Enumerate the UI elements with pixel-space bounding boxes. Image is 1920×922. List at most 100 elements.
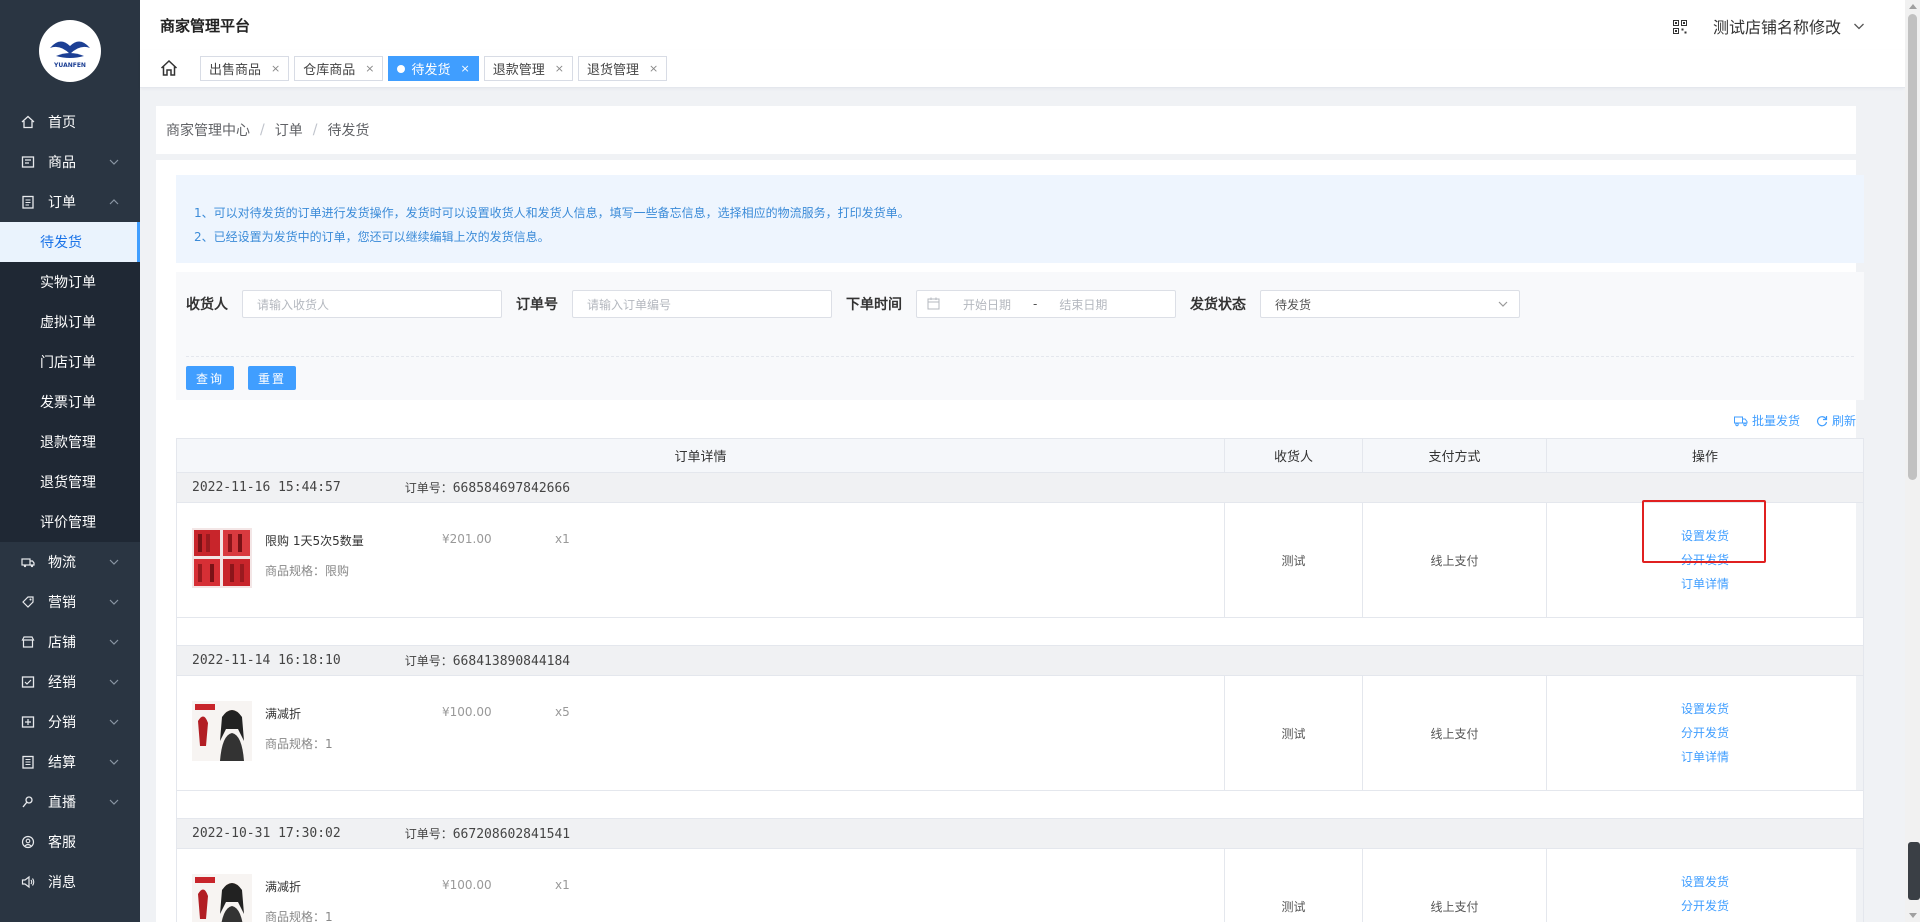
scrollbar-thumb[interactable] xyxy=(1908,14,1917,480)
order-no-value: 667208602841541 xyxy=(452,827,571,842)
receiver-cell: 测试 xyxy=(1225,503,1363,617)
order-no-value: 668413890844184 xyxy=(452,654,571,669)
payment-cell: 线上支付 xyxy=(1363,503,1547,617)
date-end-placeholder[interactable]: 结束日期 xyxy=(1059,296,1107,313)
order-detail-link[interactable]: 订单详情 xyxy=(1681,572,1729,596)
active-dot-icon xyxy=(397,64,406,73)
store-name[interactable]: 测试店铺名称修改 xyxy=(1713,14,1841,38)
column-header: 收货人 xyxy=(1225,439,1363,472)
tab-return-management[interactable]: 退货管理 × xyxy=(577,56,668,81)
sidebar-item-label: 消息 xyxy=(48,875,76,891)
tab-warehouse-goods[interactable]: 仓库商品 × xyxy=(294,56,384,81)
order-time: 2022-11-14 16:18:10 xyxy=(192,653,341,668)
scroll-down-arrow-icon[interactable] xyxy=(1909,913,1917,918)
scroll-up-arrow-icon[interactable] xyxy=(1909,4,1917,9)
product-quantity: x5 xyxy=(555,705,570,719)
sidebar-item-logistics[interactable]: 物流 xyxy=(0,542,140,582)
order-detail-cell: 满减折 商品规格：1 ¥100.00 x5 xyxy=(177,676,1225,790)
chevron-down-icon xyxy=(1497,298,1509,310)
sidebar-sub-store-orders[interactable]: 门店订单 xyxy=(0,342,140,382)
sidebar-sub-review-management[interactable]: 评价管理 xyxy=(0,502,140,542)
set-shipment-link[interactable]: 设置发货 xyxy=(1681,524,1729,548)
reset-button[interactable]: 重置 xyxy=(248,366,297,390)
logo-text: YUANFEN xyxy=(54,61,86,69)
sidebar-item-dealer[interactable]: 经销 xyxy=(0,662,140,702)
sidebar-sub-pending-shipment[interactable]: 待发货 xyxy=(0,222,140,262)
chevron-down-icon xyxy=(108,676,120,688)
sidebar-sub-refund-management[interactable]: 退款管理 xyxy=(0,422,140,462)
filter-row: 收货人 请输入收货人 订单号 请输入订单编号 下单时间 开始日期 - 结束日期 … xyxy=(186,290,1520,318)
product-image[interactable] xyxy=(192,701,252,761)
close-icon[interactable]: × xyxy=(460,62,469,75)
query-button[interactable]: 查询 xyxy=(186,366,235,390)
breadcrumb-item[interactable]: 商家管理中心 xyxy=(166,120,250,140)
sidebar-item-goods[interactable]: 商品 xyxy=(0,142,140,182)
receiver-input[interactable]: 请输入收货人 xyxy=(242,290,502,318)
sidebar-item-marketing[interactable]: 营销 xyxy=(0,582,140,622)
top-header: 商家管理平台 测试店铺名称修改 xyxy=(140,0,1905,50)
page-scrollbar[interactable] xyxy=(1905,0,1920,922)
tab-selling-goods[interactable]: 出售商品 × xyxy=(200,56,290,81)
chevron-up-icon xyxy=(108,196,120,208)
sidebar-item-store[interactable]: 店铺 xyxy=(0,622,140,662)
batch-ship-button[interactable]: 批量发货 xyxy=(1733,412,1800,429)
home-icon[interactable] xyxy=(160,59,180,79)
floating-widget[interactable] xyxy=(1908,842,1920,900)
split-shipment-link[interactable]: 分开发货 xyxy=(1681,548,1729,572)
ship-status-select[interactable]: 待发货 xyxy=(1260,290,1520,318)
sidebar-item-live[interactable]: 直播 xyxy=(0,782,140,822)
sidebar-item-message[interactable]: 消息 xyxy=(0,862,140,902)
close-icon[interactable]: × xyxy=(271,62,280,75)
sidebar-item-home[interactable]: 首页 xyxy=(0,102,140,142)
order-no-input[interactable]: 请输入订单编号 xyxy=(572,290,832,318)
sidebar-item-order[interactable]: 订单 xyxy=(0,182,140,222)
column-header: 订单详情 xyxy=(177,439,1225,472)
chevron-down-icon xyxy=(108,556,120,568)
sidebar-sub-invoice-orders[interactable]: 发票订单 xyxy=(0,382,140,422)
date-range-picker[interactable]: 开始日期 - 结束日期 xyxy=(916,290,1176,318)
product-name[interactable]: 满减折 xyxy=(265,705,301,722)
sidebar-item-distribution[interactable]: 分销 xyxy=(0,702,140,742)
product-name[interactable]: 限购 1天5次5数量 xyxy=(265,532,364,549)
sidebar-item-label: 订单 xyxy=(48,195,76,211)
tip-line: 1、可以对待发货的订单进行发货操作，发货时可以设置收货人和发货人信息，填写一些备… xyxy=(194,206,910,220)
order-detail-link[interactable]: 订单详情 xyxy=(1681,918,1729,922)
order-detail-link[interactable]: 订单详情 xyxy=(1681,745,1729,769)
refresh-button[interactable]: 刷新 xyxy=(1816,412,1856,429)
breadcrumb-separator: / xyxy=(312,122,318,138)
sidebar-sub-physical-orders[interactable]: 实物订单 xyxy=(0,262,140,302)
logo[interactable]: YUANFEN xyxy=(39,20,101,82)
split-shipment-link[interactable]: 分开发货 xyxy=(1681,721,1729,745)
service-icon xyxy=(20,834,36,850)
close-icon[interactable]: × xyxy=(365,62,374,75)
sidebar-item-settlement[interactable]: 结算 xyxy=(0,742,140,782)
header-right: 测试店铺名称修改 xyxy=(1672,14,1865,38)
product-image[interactable] xyxy=(192,874,252,922)
sidebar-item-customer-service[interactable]: 客服 xyxy=(0,822,140,862)
split-shipment-link[interactable]: 分开发货 xyxy=(1681,894,1729,918)
product-spec: 商品规格：1 xyxy=(265,910,333,922)
close-icon[interactable]: × xyxy=(555,62,564,75)
close-icon[interactable]: × xyxy=(649,62,658,75)
sidebar-item-label: 商品 xyxy=(48,155,76,171)
chevron-down-icon[interactable] xyxy=(1853,20,1865,32)
platform-title: 商家管理平台 xyxy=(160,16,251,35)
product-image[interactable] xyxy=(192,528,252,588)
tab-label: 出售商品 xyxy=(209,63,262,78)
breadcrumb: 商家管理中心 / 订单 / 待发货 xyxy=(156,106,1856,154)
set-shipment-link[interactable]: 设置发货 xyxy=(1681,697,1729,721)
qrcode-icon[interactable] xyxy=(1672,19,1687,34)
chevron-down-icon xyxy=(108,716,120,728)
set-shipment-link[interactable]: 设置发货 xyxy=(1681,870,1729,894)
date-start-placeholder[interactable]: 开始日期 xyxy=(963,296,1011,313)
order-no-label: 订单号 xyxy=(516,297,558,313)
product-name[interactable]: 满减折 xyxy=(265,878,301,895)
sidebar-sub-virtual-orders[interactable]: 虚拟订单 xyxy=(0,302,140,342)
table-row: 满减折 商品规格：1 ¥100.00 x5 测试 线上支付 设置发货 分开发货 … xyxy=(177,676,1863,791)
tab-refund-management[interactable]: 退款管理 × xyxy=(483,56,573,81)
tab-pending-shipment[interactable]: 待发货 × xyxy=(388,56,479,81)
tab-label: 退货管理 xyxy=(586,63,639,78)
sidebar-sub-return-management[interactable]: 退货管理 xyxy=(0,462,140,502)
tab-label: 待发货 xyxy=(411,63,451,78)
breadcrumb-item[interactable]: 订单 xyxy=(275,120,303,140)
